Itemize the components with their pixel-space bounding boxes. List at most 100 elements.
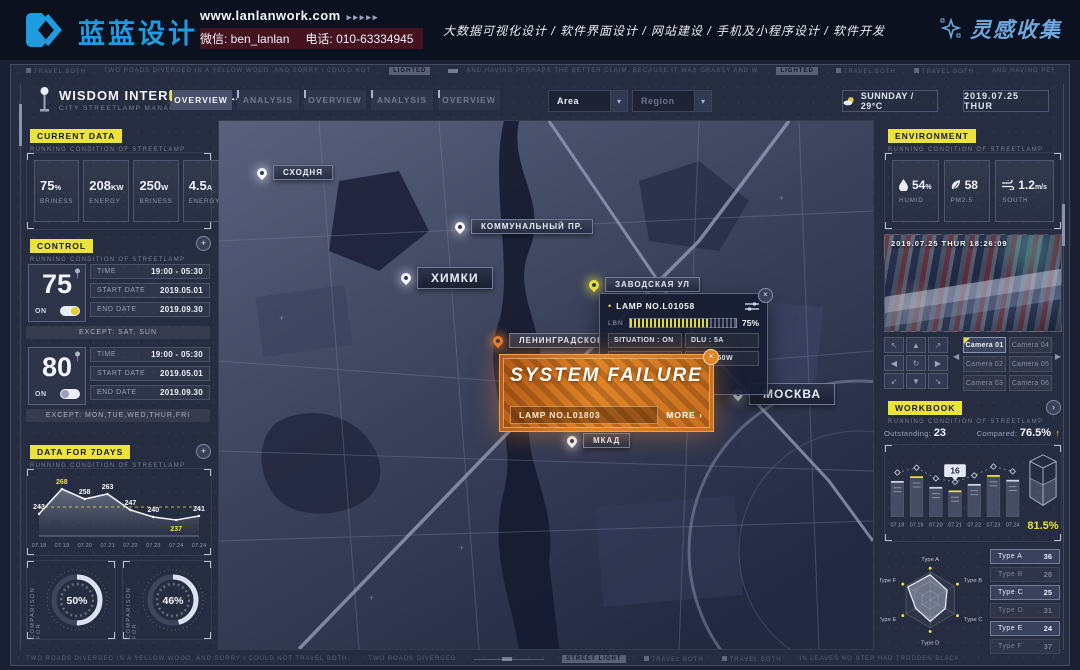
place-label[interactable]: ЗАВОДСКАЯ УЛ [605,277,700,292]
camera-dpad: ↖ ▲ ↗ ◀ ↻ ▶ ↙ ▼ ↘ [884,337,948,389]
data-7days-tag: DATA FOR 7DAYS [30,445,130,459]
phone-label: 电话: 010-63334945 [305,32,413,46]
time-row[interactable]: TIME19:00 - 05:30 [90,347,210,362]
chevron-down-icon[interactable]: ▾ [694,91,711,111]
left-rail-thumb[interactable] [19,104,22,146]
type-row-b[interactable]: Type B28 [990,567,1060,582]
svg-text:07.22: 07.22 [123,543,138,549]
region-select[interactable]: Region ▾ [632,90,712,112]
services-list: 大数据可视化设计 / 软件界面设计 / 网站建设 / 手机及小程序设计 / 软件… [443,22,885,39]
sliders-icon[interactable] [745,302,759,311]
except-days-label: EXCEPT: SAT, SUN [26,326,210,339]
place-label[interactable]: ХИМКИ [417,267,493,289]
svg-text:07.19: 07.19 [910,523,924,529]
type-row-c[interactable]: Type C25 [990,585,1060,600]
stat-energy-kw: 208KWENERGY [83,160,129,222]
refresh-button[interactable]: ↻ [906,355,926,371]
pan-down-left-button[interactable]: ↙ [884,373,904,389]
camera-feed-image [884,234,1062,332]
pan-up-left-button[interactable]: ↖ [884,337,904,353]
pan-down-button[interactable]: ▼ [906,373,926,389]
camera-item-03[interactable]: Camera 03 [963,375,1006,391]
camera-item-04[interactable]: Camera 04 [1009,337,1052,353]
lanlan-logo-icon [26,11,72,49]
svg-text:Type C: Type C [964,617,983,623]
pan-right-button[interactable]: ▶ [928,355,948,371]
end-date-row[interactable]: END DATE2019.09.30 [90,302,210,317]
sparkle-star-icon [939,17,963,41]
control-tag: CONTROL [30,239,93,253]
lamp-pin-icon [565,433,579,447]
close-icon[interactable]: × [703,349,719,365]
brightness-bar [629,318,737,328]
gauge-ring: 46% [140,567,206,633]
brightness-level: 80 [29,352,85,383]
date-display: 2019.07.25 THUR [963,90,1049,112]
comparison-gauge-1: COMPARISON FOR 50% [26,560,116,640]
pan-up-right-button[interactable]: ↗ [928,337,948,353]
svg-text:+: + [779,193,784,203]
svg-text:07.24: 07.24 [169,543,184,549]
svg-text:07.24: 07.24 [192,543,207,549]
type-row-a[interactable]: Type A36 [990,549,1060,564]
right-rail-thumb[interactable] [1062,204,1065,246]
control-add-button[interactable]: + [196,236,211,251]
stat-briness-pct: 75%BRINESS [34,160,79,222]
bottom-decor-strip: TWO ROADS DIVERGED IN A YELLOW WOOD, AND… [26,655,1054,663]
map-pin-skhodnya[interactable]: СХОДНЯ [257,165,333,180]
map-pin-mkad[interactable]: МКАД [567,433,630,448]
lamp-toggle-on[interactable] [60,306,80,316]
inspiration-label[interactable]: 灵感收集 [970,14,1062,44]
place-label[interactable]: МКАД [583,433,630,448]
type-row-e[interactable]: Type E24 [990,621,1060,636]
camera-list: Camera 01 Camera 04 Camera 02 Camera 05 … [963,337,1052,391]
map-pin-khimki[interactable]: ХИМКИ [401,267,493,289]
camera-item-05[interactable]: Camera 05 [1009,356,1052,372]
tab-overview-1[interactable]: OVERVIEW [170,90,232,110]
pan-left-button[interactable]: ◀ [884,355,904,371]
lamp-toggle-off[interactable] [60,389,80,399]
cube-wireframe-icon [1027,453,1059,511]
pan-up-button[interactable]: ▲ [906,337,926,353]
week-panel-header: DATA FOR 7DAYS RUNNING CONDITION OF STRE… [30,442,185,469]
start-date-row[interactable]: START DATE2019.05.01 [90,283,210,298]
area-select-value: Area [549,96,610,106]
svg-text:Type D: Type D [921,640,940,646]
pan-down-right-button[interactable]: ↘ [928,373,948,389]
type-row-d[interactable]: Type D31 [990,603,1060,618]
site-url[interactable]: www.lanlanwork.com▸▸▸▸▸ [200,8,423,23]
dlu-cell: DLU : 5A [685,333,759,348]
map-pin-zavodskaya[interactable]: ЗАВОДСКАЯ УЛ [589,277,700,292]
svg-text:07.24: 07.24 [1006,523,1020,529]
camera-item-06[interactable]: Camera 06 [1009,375,1052,391]
place-label[interactable]: СХОДНЯ [273,165,333,180]
tab-analysis-2[interactable]: ANALYSIS [371,90,433,110]
tab-overview-3[interactable]: OVERVIEW [438,90,500,110]
city-map[interactable]: +++++ СХОДНЯ КОММУНАЛЬНЫЙ ПР. ХИМКИ ЗАВО… [218,120,874,650]
camera-item-02[interactable]: Camera 02 [963,356,1006,372]
week-expand-button[interactable]: + [196,444,211,459]
lighted-chip: LIGHTED [389,67,430,75]
chevron-down-icon[interactable]: ▾ [610,91,627,111]
lighted-chip: LIGHTED [776,67,817,75]
more-button[interactable]: MORE › [666,410,703,420]
map-pin-kommunalny[interactable]: КОММУНАЛЬНЫЙ ПР. [455,219,593,234]
url-text[interactable]: www.lanlanwork.com [200,8,341,23]
workbook-next-button[interactable]: › [1046,400,1061,415]
camera-item-01[interactable]: Camera 01 [963,337,1006,353]
svg-text:07.21: 07.21 [948,523,962,529]
end-date-row[interactable]: END DATE2019.09.30 [90,385,210,400]
tab-overview-2[interactable]: OVERVIEW [304,90,366,110]
camera-next-icon[interactable]: ▶ [1055,352,1061,361]
type-row-f[interactable]: Type F37 [990,639,1060,654]
time-row[interactable]: TIME19:00 - 05:30 [90,264,210,279]
camera-prev-icon[interactable]: ◀ [953,352,959,361]
close-icon[interactable]: × [758,288,773,303]
area-select[interactable]: Area ▾ [548,90,628,112]
tab-analysis-1[interactable]: ANALYSIS [237,90,299,110]
place-label[interactable]: КОММУНАЛЬНЫЙ ПР. [471,219,593,234]
start-date-row[interactable]: START DATE2019.05.01 [90,366,210,381]
pm25-stat: 58 PM2.5 [944,160,991,222]
inspiration-link[interactable]: 灵感收集 [939,14,1062,44]
lamp-pin-icon [255,165,269,179]
